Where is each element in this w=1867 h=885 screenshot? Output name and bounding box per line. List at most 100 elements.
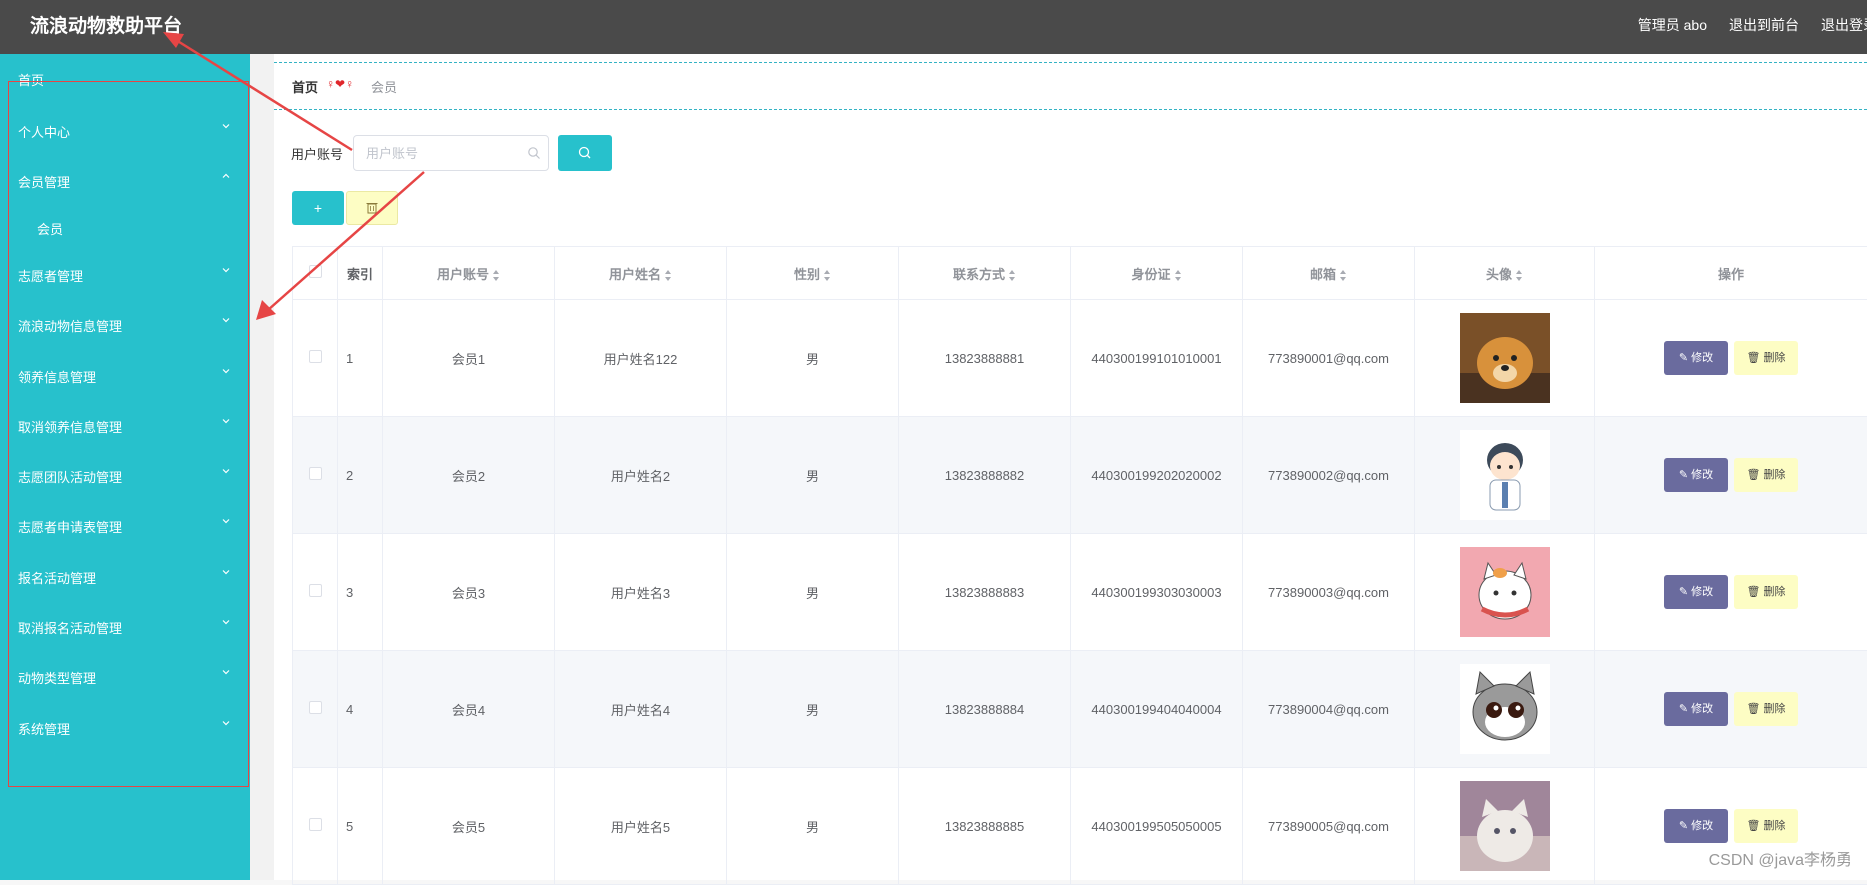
- delete-button[interactable]: 🗑 删除: [1734, 458, 1798, 492]
- sidebar-item[interactable]: 志愿者申请表管理: [0, 505, 250, 545]
- sidebar-item[interactable]: 流浪动物信息管理: [0, 304, 250, 344]
- sidebar-item-label: 领养信息管理: [18, 367, 96, 386]
- delete-button[interactable]: 🗑 删除: [1734, 575, 1798, 609]
- front-link[interactable]: 退出到前台: [1729, 15, 1799, 35]
- edit-button[interactable]: ✎ 修改: [1664, 809, 1728, 843]
- row-checkbox[interactable]: [309, 467, 322, 480]
- cell-idx: 5: [338, 768, 383, 885]
- search-icon: [558, 135, 612, 171]
- select-all-cell[interactable]: [293, 247, 338, 300]
- app-title: 流浪动物救助平台: [30, 11, 182, 38]
- cell-avatar: [1415, 768, 1595, 885]
- cell-id-card: 440300199303030003: [1071, 534, 1243, 651]
- edit-button[interactable]: ✎ 修改: [1664, 692, 1728, 726]
- column-header[interactable]: 邮箱: [1243, 247, 1415, 300]
- cell-id-card: 440300199404040004: [1071, 651, 1243, 768]
- table-row[interactable]: 5会员5用户姓名5男138238888854403001995050500057…: [293, 768, 1867, 885]
- sort-icon[interactable]: [1340, 270, 1347, 281]
- row-select-cell[interactable]: [293, 651, 338, 768]
- edit-button[interactable]: ✎ 修改: [1664, 341, 1728, 375]
- row-checkbox[interactable]: [309, 584, 322, 597]
- column-header[interactable]: 用户账号: [383, 247, 555, 300]
- sidebar-item[interactable]: 报名活动管理: [0, 556, 250, 596]
- row-checkbox[interactable]: [309, 818, 322, 831]
- sidebar-item-label: 动物类型管理: [18, 668, 96, 687]
- cell-account: 会员5: [383, 768, 555, 885]
- column-header-label: 头像: [1486, 267, 1512, 282]
- column-header-label: 用户姓名: [609, 267, 661, 282]
- edit-button[interactable]: ✎ 修改: [1664, 458, 1728, 492]
- edit-icon: ✎: [1679, 586, 1691, 598]
- sidebar-item[interactable]: 取消领养信息管理: [0, 405, 250, 445]
- row-checkbox[interactable]: [309, 350, 322, 363]
- row-select-cell[interactable]: [293, 768, 338, 885]
- cell-idx: 4: [338, 651, 383, 768]
- row-select-cell[interactable]: [293, 534, 338, 651]
- trash-icon: [347, 192, 397, 224]
- table-row[interactable]: 2会员2用户姓名2男138238888824403001992020200027…: [293, 417, 1867, 534]
- row-select-cell[interactable]: [293, 417, 338, 534]
- select-all-checkbox[interactable]: [309, 265, 322, 278]
- sidebar-item[interactable]: 领养信息管理: [0, 355, 250, 395]
- cell-account: 会员2: [383, 417, 555, 534]
- chevron-down-icon: [220, 465, 232, 477]
- watermark: CSDN @java李杨勇: [1709, 846, 1852, 870]
- delete-button[interactable]: 🗑 删除: [1734, 692, 1798, 726]
- member-table: 索引 用户账号 用户姓名 性别 联系方式 身份证 邮箱 头像 操作 1会员1用户…: [292, 246, 1867, 885]
- table-row[interactable]: 1会员1用户姓名122男1382388888144030019910101000…: [293, 300, 1867, 417]
- row-select-cell[interactable]: [293, 300, 338, 417]
- add-button[interactable]: +: [292, 191, 344, 225]
- sort-icon[interactable]: [665, 270, 672, 281]
- content-gutter: [250, 54, 274, 880]
- cell-account: 会员4: [383, 651, 555, 768]
- breadcrumb-home[interactable]: 首页: [292, 77, 318, 96]
- sidebar-item[interactable]: 取消报名活动管理: [0, 606, 250, 646]
- sidebar-item[interactable]: 志愿者管理: [0, 254, 250, 294]
- delete-button[interactable]: 🗑 删除: [1734, 341, 1798, 375]
- search-label: 用户账号: [291, 144, 343, 163]
- logout-link[interactable]: 退出登录: [1821, 15, 1867, 35]
- search-button[interactable]: [558, 135, 612, 171]
- chevron-down-icon: [220, 666, 232, 678]
- column-header[interactable]: 身份证: [1071, 247, 1243, 300]
- sidebar-item[interactable]: 动物类型管理: [0, 656, 250, 696]
- delete-label: 删除: [1764, 703, 1786, 715]
- sort-icon[interactable]: [493, 270, 500, 281]
- sidebar-item-label: 报名活动管理: [18, 568, 96, 587]
- sort-icon[interactable]: [1009, 270, 1016, 281]
- table-row[interactable]: 3会员3用户姓名3男138238888834403001993030300037…: [293, 534, 1867, 651]
- sidebar-item[interactable]: 会员管理: [0, 160, 250, 200]
- edit-button[interactable]: ✎ 修改: [1664, 575, 1728, 609]
- cell-name: 用户姓名4: [555, 651, 727, 768]
- column-header[interactable]: 用户姓名: [555, 247, 727, 300]
- chevron-down-icon: [220, 415, 232, 427]
- row-checkbox[interactable]: [309, 701, 322, 714]
- column-header[interactable]: 性别: [727, 247, 899, 300]
- search-input[interactable]: [353, 135, 549, 171]
- sort-icon[interactable]: [1175, 270, 1182, 281]
- cell-id-card: 440300199101010001: [1071, 300, 1243, 417]
- table-row[interactable]: 4会员4用户姓名4男138238888844403001994040400047…: [293, 651, 1867, 768]
- sidebar-item[interactable]: 系统管理: [0, 707, 250, 747]
- cell-email: 773890001@qq.com: [1243, 300, 1415, 417]
- chevron-down-icon: [220, 616, 232, 628]
- column-header[interactable]: 头像: [1415, 247, 1595, 300]
- sort-icon[interactable]: [1516, 270, 1523, 281]
- cell-actions: ✎ 修改🗑 删除: [1595, 417, 1867, 534]
- sidebar-item[interactable]: 志愿团队活动管理: [0, 455, 250, 495]
- sort-icon[interactable]: [824, 270, 831, 281]
- column-header: 操作: [1595, 247, 1867, 300]
- sidebar-item[interactable]: 首页: [0, 58, 250, 98]
- column-header[interactable]: 联系方式: [899, 247, 1071, 300]
- delete-button[interactable]: 🗑 删除: [1734, 809, 1798, 843]
- avatar: [1460, 430, 1550, 520]
- chevron-down-icon: [220, 314, 232, 326]
- breadcrumb: 首页 ♀❤♀ 会员: [274, 62, 1867, 110]
- sidebar-item[interactable]: 会员: [0, 207, 250, 247]
- edit-label: 修改: [1691, 586, 1713, 598]
- sidebar: 首页个人中心会员管理会员志愿者管理流浪动物信息管理领养信息管理取消领养信息管理志…: [0, 54, 250, 880]
- bulk-delete-button[interactable]: [346, 191, 398, 225]
- sidebar-item[interactable]: 个人中心: [0, 110, 250, 150]
- cell-actions: ✎ 修改🗑 删除: [1595, 534, 1867, 651]
- sidebar-item-label: 首页: [18, 70, 44, 89]
